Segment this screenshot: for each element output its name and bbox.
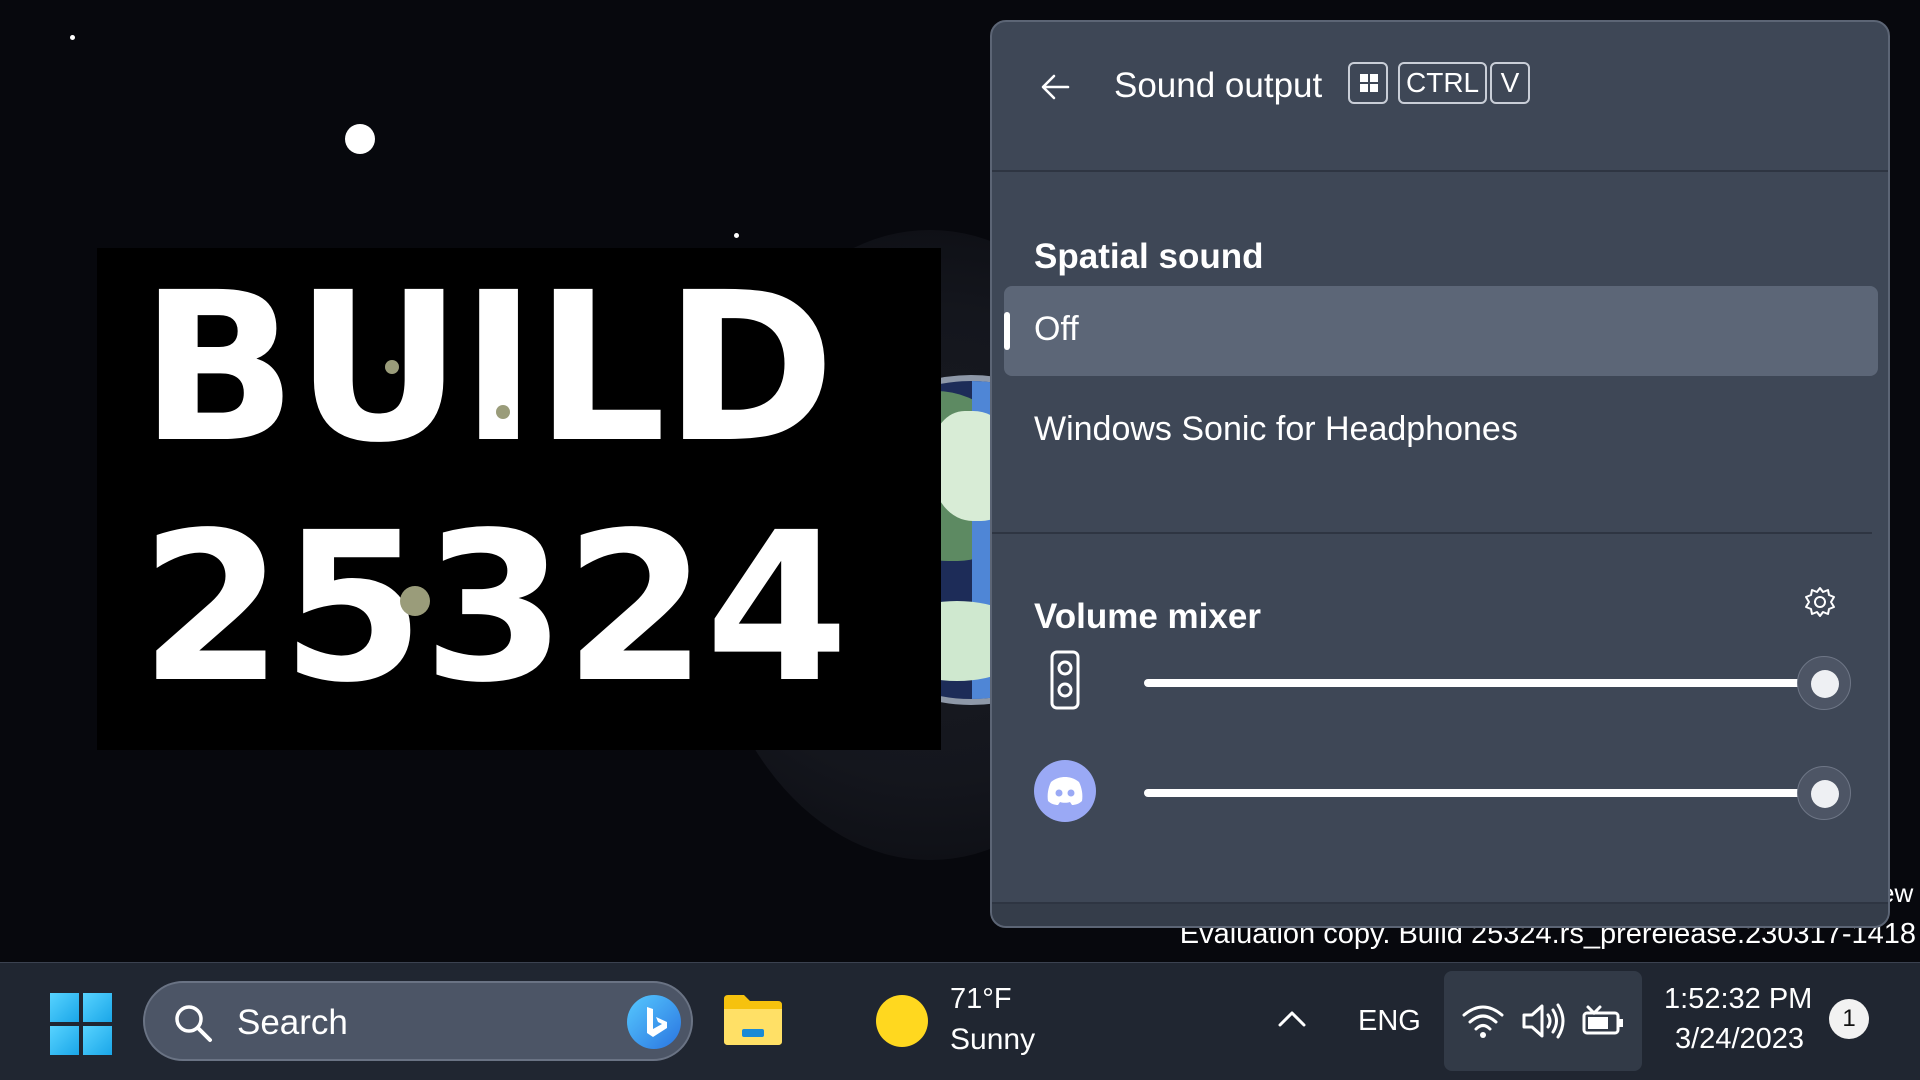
decor-dot [496,405,510,419]
spatial-option-windows-sonic[interactable]: Windows Sonic for Headphones [1004,386,1878,476]
decor-dot [400,586,430,616]
search-placeholder: Search [237,1003,348,1042]
build-title: BUILD [140,248,835,488]
v-key: V [1490,62,1530,104]
bing-icon[interactable] [627,995,681,1049]
volume-slider-thumb[interactable] [1797,766,1851,820]
windows-key-icon [1348,62,1388,104]
sound-output-flyout: Sound output CTRL V Spatial sound Off Wi… [990,20,1890,928]
volume-icon [1522,1003,1565,1039]
language-indicator[interactable]: ENG [1358,1005,1421,1038]
notification-badge[interactable]: 1 [1829,999,1869,1039]
quick-settings-tray[interactable] [1444,971,1642,1071]
volume-mixer-heading: Volume mixer [1034,597,1261,636]
volume-row-speakers [1022,642,1872,722]
build-number: 25324 [140,488,849,728]
windows-start-icon[interactable] [50,993,112,1055]
selection-indicator [1004,312,1010,350]
gear-icon[interactable] [1800,582,1840,622]
weather-temperature[interactable]: 71°F [950,983,1012,1016]
battery-icon [1582,1005,1623,1035]
volume-track[interactable] [1144,679,1824,687]
discord-icon [1034,760,1096,822]
volume-track[interactable] [1144,789,1824,797]
sun-icon[interactable] [876,995,928,1047]
back-arrow-icon[interactable] [1032,62,1082,112]
section-divider [992,532,1872,534]
file-explorer-icon[interactable] [722,993,784,1047]
spatial-sound-heading: Spatial sound [1034,237,1264,276]
search-icon [175,1005,212,1042]
flyout-footer [992,902,1888,926]
spatial-option-label: Off [1034,310,1079,348]
chevron-up-icon[interactable] [1274,1003,1310,1033]
star [70,35,75,40]
clock-date[interactable]: 3/24/2023 [1675,1023,1804,1056]
taskbar: Search 71°F Sunny ENG 1:52:32 PM 3/24/20… [0,962,1920,1080]
speaker-icon [1050,650,1080,710]
spatial-option-off[interactable]: Off [1004,286,1878,376]
star [734,233,739,238]
weather-condition[interactable]: Sunny [950,1023,1035,1057]
clock-time[interactable]: 1:52:32 PM [1664,983,1812,1016]
volume-row-discord [1022,752,1872,832]
decor-dot [385,360,399,374]
taskbar-search-box[interactable]: Search [143,981,693,1061]
flyout-header: Sound output CTRL V [992,22,1888,172]
volume-slider-thumb[interactable] [1797,656,1851,710]
ctrl-key: CTRL [1398,62,1488,104]
spatial-option-label: Windows Sonic for Headphones [1034,410,1518,448]
star [345,124,375,154]
flyout-title: Sound output [1114,66,1323,105]
wifi-icon [1462,1005,1504,1038]
